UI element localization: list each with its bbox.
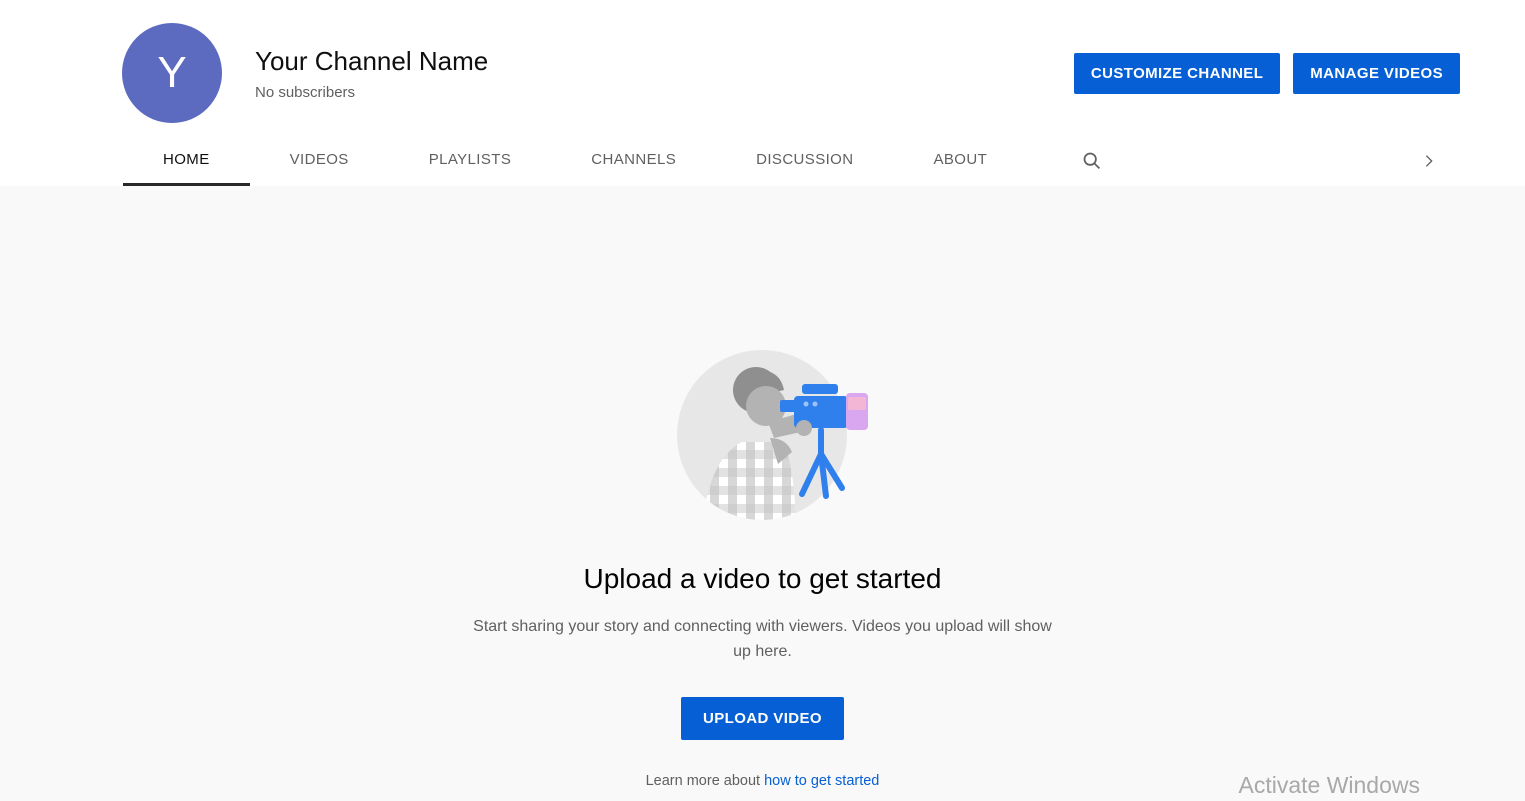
manage-videos-button[interactable]: MANAGE VIDEOS: [1293, 52, 1460, 94]
channel-name: Your Channel Name: [255, 45, 489, 76]
empty-state-description: Start sharing your story and connecting …: [473, 618, 1052, 660]
tab-playlists[interactable]: PLAYLISTS: [389, 135, 552, 186]
tab-channels[interactable]: CHANNELS: [551, 135, 716, 186]
videographer-illustration: [676, 350, 868, 520]
avatar-letter: Y: [157, 48, 187, 97]
how-to-get-started-link[interactable]: how to get started: [764, 773, 879, 789]
tab-home[interactable]: HOME: [123, 135, 250, 186]
chevron-right-icon[interactable]: [1421, 135, 1437, 186]
learn-more-text: Learn more about how to get started: [0, 773, 1525, 789]
empty-state-title: Upload a video to get started: [583, 563, 942, 594]
channel-avatar[interactable]: Y: [122, 23, 222, 123]
tab-videos[interactable]: VIDEOS: [250, 135, 389, 186]
tab-about[interactable]: ABOUT: [893, 135, 1027, 186]
learn-more-prefix: Learn more about: [645, 773, 765, 789]
customize-channel-button[interactable]: CUSTOMIZE CHANNEL: [1073, 52, 1281, 94]
tab-bar: HOME VIDEOS PLAYLISTS CHANNELS DISCUSSIO…: [0, 135, 1525, 186]
channel-header: Y Your Channel Name No subscribers CUSTO…: [0, 0, 1525, 186]
channel-header-top: Y Your Channel Name No subscribers CUSTO…: [0, 0, 1525, 135]
empty-state-illustration: [674, 342, 884, 529]
search-icon[interactable]: [1069, 135, 1114, 186]
tab-discussion[interactable]: DISCUSSION: [716, 135, 893, 186]
empty-state: Upload a video to get started Start shar…: [0, 186, 1525, 789]
header-actions: CUSTOMIZE CHANNEL MANAGE VIDEOS: [1073, 52, 1460, 94]
subscriber-count: No subscribers: [255, 83, 356, 101]
upload-video-button[interactable]: UPLOAD VIDEO: [681, 697, 844, 740]
channel-page: Y Your Channel Name No subscribers CUSTO…: [0, 0, 1525, 801]
channel-meta: Your Channel Name No subscribers: [255, 46, 1074, 101]
